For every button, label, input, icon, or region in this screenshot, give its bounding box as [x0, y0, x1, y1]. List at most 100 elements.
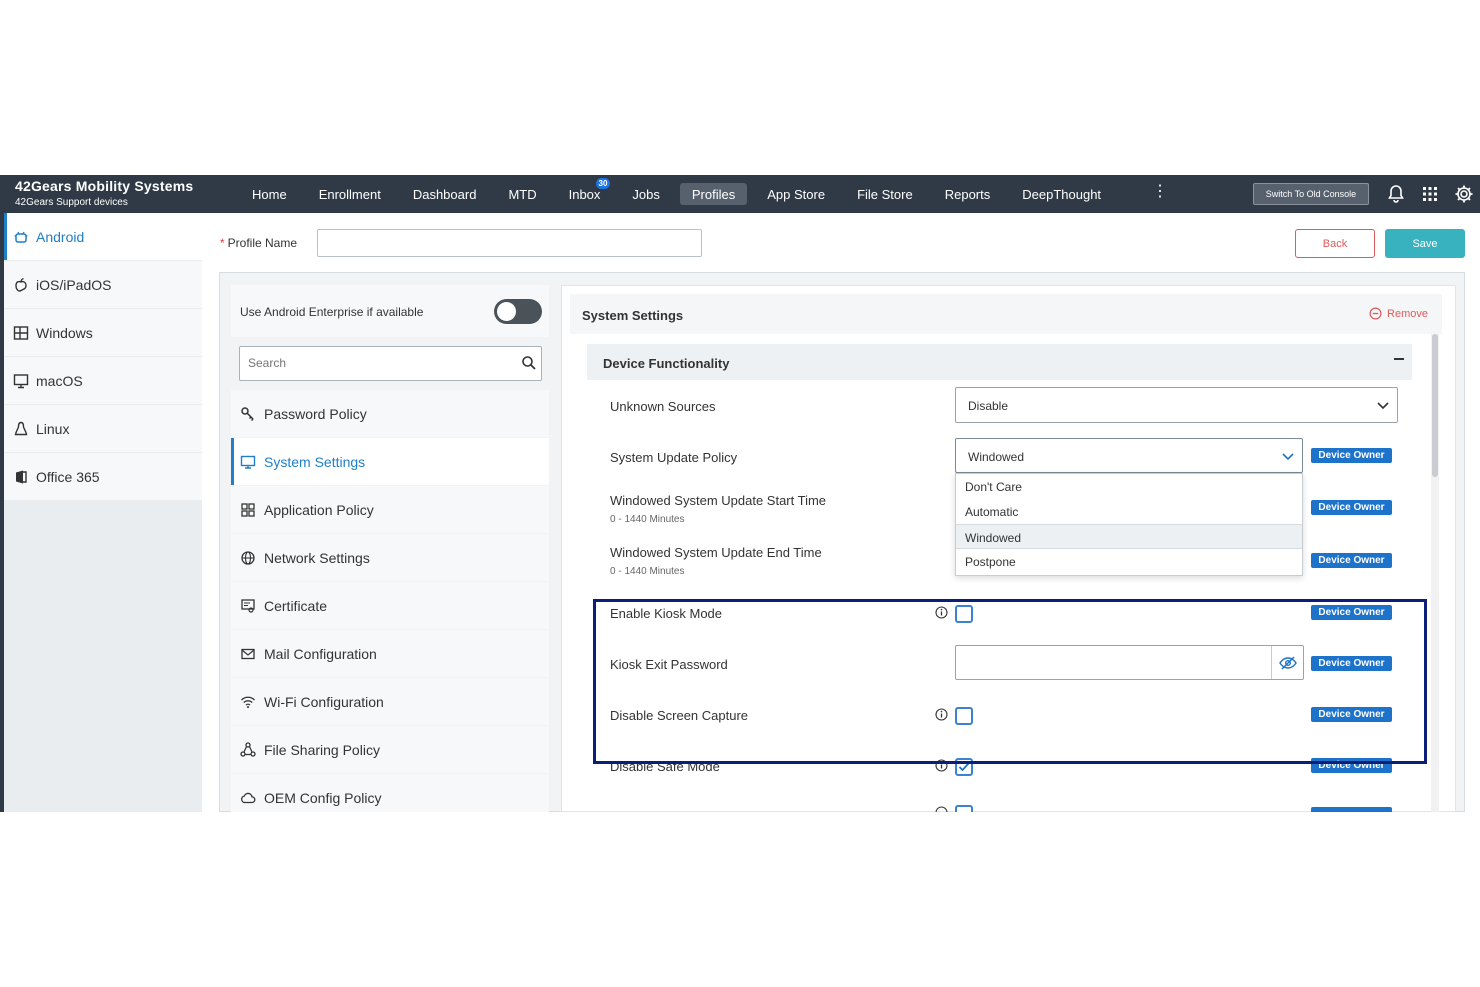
linux-icon	[12, 420, 30, 438]
policy-search	[239, 346, 542, 381]
policy-item-label: File Sharing Policy	[264, 741, 380, 758]
share-icon	[240, 741, 256, 758]
policy-item-system-settings[interactable]: System Settings	[231, 438, 549, 485]
nav-inbox[interactable]: Inbox 30	[557, 178, 613, 205]
office-icon	[12, 468, 30, 486]
policy-item-label: System Settings	[264, 453, 366, 470]
save-button[interactable]: Save	[1385, 229, 1465, 258]
app-window: 42Gears Mobility Systems 42Gears Support…	[0, 175, 1480, 812]
policy-items: Password Policy System Settings Applicat…	[231, 390, 549, 812]
unknown-sources-select[interactable]: Disable	[955, 387, 1398, 423]
sidebar-item-linux[interactable]: Linux	[4, 405, 202, 452]
nav-mtd[interactable]: MTD	[496, 183, 548, 205]
policy-item-label: Password Policy	[264, 405, 367, 422]
dropdown-option-postpone[interactable]: Postpone	[956, 549, 1302, 574]
main-nav: Home Enrollment Dashboard MTD Inbox 30 Jo…	[240, 178, 1121, 205]
sidebar-item-label: macOS	[36, 372, 83, 389]
section-header[interactable]: Device Functionality	[587, 344, 1412, 380]
apple-icon	[12, 276, 30, 294]
sidebar-item-label: iOS/iPadOS	[36, 276, 112, 293]
policy-item-label: OEM Config Policy	[264, 789, 382, 806]
mail-icon	[240, 646, 256, 662]
dropdown-option-automatic[interactable]: Automatic	[956, 499, 1302, 524]
sidebar-item-android[interactable]: Android	[4, 213, 202, 260]
policy-item-file-sharing[interactable]: File Sharing Policy	[231, 726, 549, 773]
policy-item-label: Mail Configuration	[264, 645, 377, 662]
android-enterprise-row: Use Android Enterprise if available	[231, 285, 549, 337]
minus-circle-icon	[1369, 307, 1382, 320]
switch-console-button[interactable]: Switch To Old Console	[1253, 183, 1369, 205]
windows-icon	[12, 324, 30, 342]
system-update-policy-label: System Update Policy	[610, 450, 738, 465]
inbox-count-badge: 30	[595, 178, 611, 189]
gear-icon[interactable]	[1454, 184, 1474, 204]
brand-subtitle: 42Gears Support devices	[15, 197, 128, 208]
device-owner-badge: Device Owner	[1311, 553, 1392, 568]
policy-item-label: Wi-Fi Configuration	[264, 693, 384, 710]
profile-name-input[interactable]	[317, 229, 702, 257]
more-vertical-icon[interactable]: ⋮	[1152, 184, 1168, 200]
bell-icon[interactable]	[1386, 184, 1406, 204]
nav-jobs[interactable]: Jobs	[620, 183, 671, 205]
info-icon[interactable]	[935, 806, 948, 812]
policy-item-wifi[interactable]: Wi-Fi Configuration	[231, 678, 549, 725]
sidebar-item-ios[interactable]: iOS/iPadOS	[4, 261, 202, 308]
search-icon[interactable]	[521, 355, 537, 371]
policy-search-input[interactable]	[240, 347, 500, 378]
system-update-policy-select[interactable]: Windowed	[955, 438, 1303, 473]
nav-enrollment[interactable]: Enrollment	[307, 183, 393, 205]
sidebar-item-macos[interactable]: macOS	[4, 357, 202, 404]
remove-button[interactable]: Remove	[1369, 307, 1428, 320]
policy-item-mail[interactable]: Mail Configuration	[231, 630, 549, 677]
required-marker: *	[220, 236, 225, 250]
unknown-sources-label: Unknown Sources	[610, 399, 716, 414]
device-owner-badge: Device Owner	[1311, 448, 1392, 463]
dropdown-option-windowed[interactable]: Windowed	[956, 524, 1302, 549]
policy-item-oem-config[interactable]: OEM Config Policy	[231, 774, 549, 812]
sidebar-item-label: Android	[36, 228, 85, 245]
scrollbar-thumb[interactable]	[1432, 334, 1438, 477]
system-update-policy-dropdown: Don't Care Automatic Windowed Postpone	[955, 473, 1303, 576]
panel-title: System Settings	[582, 308, 684, 323]
policy-item-network[interactable]: Network Settings	[231, 534, 549, 581]
chevron-down-icon	[1282, 453, 1294, 461]
apps-grid-icon[interactable]	[1420, 184, 1440, 204]
panel-header: System Settings Remove	[570, 294, 1442, 334]
policy-item-certificate[interactable]: Certificate	[231, 582, 549, 629]
update-end-time-label: Windowed System Update End Time	[610, 545, 822, 560]
collapse-icon[interactable]	[1392, 350, 1406, 364]
nav-file-store[interactable]: File Store	[845, 183, 925, 205]
back-button[interactable]: Back	[1295, 229, 1375, 258]
nav-profiles[interactable]: Profiles	[679, 183, 748, 205]
nav-dashboard[interactable]: Dashboard	[401, 183, 489, 205]
monitor-icon	[12, 372, 30, 390]
brand-title: 42Gears Mobility Systems	[15, 178, 194, 194]
grid-icon	[240, 502, 256, 518]
sidebar-item-label: Linux	[36, 420, 70, 437]
platform-sidebar: Android iOS/iPadOS Windows macOS Linux O…	[0, 213, 202, 812]
brand: 42Gears Mobility Systems 42Gears Support…	[15, 178, 193, 208]
sidebar-item-office365[interactable]: Office 365	[4, 453, 202, 500]
dropdown-option-dont-care[interactable]: Don't Care	[956, 474, 1302, 499]
top-bar: 42Gears Mobility Systems 42Gears Support…	[0, 175, 1480, 213]
policy-item-application[interactable]: Application Policy	[231, 486, 549, 533]
policy-item-password[interactable]: Password Policy	[231, 390, 549, 437]
sidebar-item-label: Windows	[36, 324, 93, 341]
sidebar-item-windows[interactable]: Windows	[4, 309, 202, 356]
nav-deepthought[interactable]: DeepThought	[1010, 183, 1113, 205]
wifi-icon	[240, 694, 256, 710]
section-title: Device Functionality	[603, 356, 730, 371]
nav-home[interactable]: Home	[240, 183, 299, 205]
next-row-checkbox[interactable]	[955, 805, 973, 812]
update-start-time-label: Windowed System Update Start Time	[610, 493, 827, 508]
android-enterprise-toggle[interactable]	[494, 299, 542, 324]
nav-app-store[interactable]: App Store	[755, 183, 837, 205]
monitor-icon	[240, 454, 256, 470]
device-owner-badge	[1311, 807, 1392, 812]
policy-item-label: Network Settings	[264, 549, 370, 566]
policy-item-label: Application Policy	[264, 501, 374, 518]
nav-reports[interactable]: Reports	[933, 183, 1003, 205]
key-icon	[240, 406, 256, 422]
panel-scrollbar[interactable]	[1431, 334, 1439, 812]
device-owner-badge: Device Owner	[1311, 500, 1392, 515]
